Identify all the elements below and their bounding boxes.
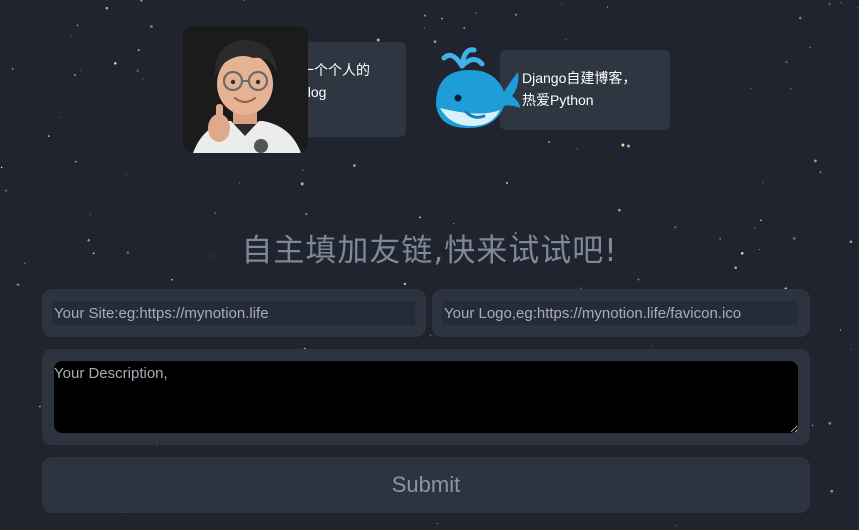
logo-url-input[interactable]	[442, 301, 798, 325]
whale-emoji-avatar[interactable]	[430, 42, 522, 134]
whale-icon	[436, 47, 520, 128]
memoji-avatar-icon	[183, 26, 308, 153]
logo-field-container	[432, 289, 810, 337]
friend-description: 一个个人的 blog	[300, 62, 370, 100]
form-heading: 自主填加友链,快来试试吧!	[241, 233, 618, 269]
friend-description: Django自建博客， 热爱Python	[522, 70, 637, 108]
memoji-avatar[interactable]	[183, 26, 308, 153]
site-field-container	[42, 289, 426, 337]
friend-card-2[interactable]: Django自建博客， 热爱Python	[500, 50, 670, 130]
description-field-container	[42, 349, 810, 445]
description-textarea[interactable]	[54, 361, 798, 433]
submit-button[interactable]: Submit	[42, 457, 810, 513]
site-url-input[interactable]	[52, 301, 415, 325]
